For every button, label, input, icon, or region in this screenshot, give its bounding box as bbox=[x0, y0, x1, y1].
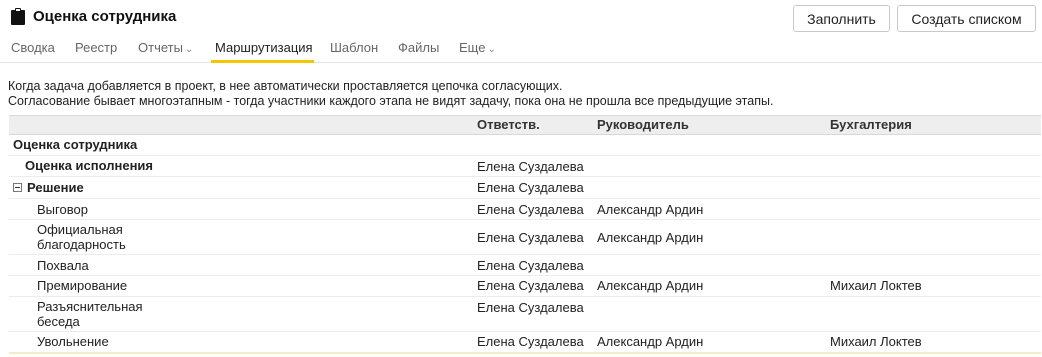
row-manager: Александр Ардин bbox=[597, 334, 704, 349]
tab-label: Реестр bbox=[75, 40, 118, 55]
column-accounting: Бухгалтерия bbox=[830, 117, 912, 132]
row-manager: Александр Ардин bbox=[597, 278, 704, 293]
active-tab-indicator bbox=[211, 60, 314, 63]
tab-label: Отчеты bbox=[138, 40, 183, 55]
table-row[interactable]: Премирование Елена Суздалева Александр А… bbox=[9, 276, 1041, 297]
tab-routing[interactable]: Маршрутизация bbox=[215, 40, 313, 55]
row-name-line-1: Официальная bbox=[37, 222, 123, 237]
tab-files[interactable]: Файлы bbox=[398, 40, 439, 55]
create-list-button[interactable]: Создать списком bbox=[897, 5, 1036, 32]
table-row[interactable]: Решение Елена Суздалева bbox=[9, 177, 1041, 199]
table-row[interactable]: Оценка сотрудника bbox=[9, 135, 1041, 156]
chevron-down-icon: ⌄ bbox=[184, 44, 194, 55]
row-responsible: Елена Суздалева bbox=[477, 202, 584, 217]
tab-label: Еще bbox=[459, 40, 486, 55]
collapse-minus-icon[interactable] bbox=[13, 183, 22, 193]
column-manager: Руководитель bbox=[597, 117, 689, 132]
row-responsible: Елена Суздалева bbox=[477, 334, 584, 349]
row-accounting: Михаил Локтев bbox=[830, 334, 922, 349]
row-name-line-2: беседа bbox=[37, 314, 80, 329]
tab-more[interactable]: Еще ⌄ bbox=[459, 40, 496, 55]
tab-template[interactable]: Шаблон bbox=[330, 40, 378, 55]
row-name: Похвала bbox=[37, 258, 89, 273]
row-name: Решение bbox=[27, 180, 84, 195]
row-manager: Александр Ардин bbox=[597, 202, 704, 217]
row-name: Выговор bbox=[37, 202, 88, 217]
tab-label: Маршрутизация bbox=[215, 40, 313, 55]
row-responsible: Елена Суздалева bbox=[477, 159, 584, 174]
table-bottom-border bbox=[9, 352, 1041, 354]
row-responsible: Елена Суздалева bbox=[477, 278, 584, 293]
column-responsible: Ответств. bbox=[477, 117, 540, 132]
page-header: Оценка сотрудника Заполнить Создать спис… bbox=[0, 0, 1042, 36]
table-row[interactable]: Похвала Елена Суздалева bbox=[9, 255, 1041, 276]
table-row[interactable]: Официальная благодарность Елена Суздалева… bbox=[9, 220, 1041, 255]
row-name-line-2: благодарность bbox=[37, 237, 126, 252]
row-name: Разъяснительная беседа bbox=[37, 299, 143, 329]
row-name-line-1: Разъяснительная bbox=[37, 299, 143, 314]
row-responsible: Елена Суздалева bbox=[477, 300, 584, 315]
tab-reports[interactable]: Отчеты ⌄ bbox=[138, 40, 193, 55]
row-responsible: Елена Суздалева bbox=[477, 180, 584, 195]
row-name: Официальная благодарность bbox=[37, 222, 126, 252]
description-line-2: Согласование бывает многоэтапным - тогда… bbox=[8, 94, 774, 108]
tab-label: Шаблон bbox=[330, 40, 379, 55]
fill-button[interactable]: Заполнить bbox=[793, 5, 890, 32]
routing-table: Ответств. Руководитель Бухгалтерия Оценк… bbox=[9, 115, 1041, 354]
row-name: Увольнение bbox=[37, 334, 109, 349]
description-line-1: Когда задача добавляется в проект, в нее… bbox=[8, 79, 563, 93]
page-title: Оценка сотрудника bbox=[33, 8, 177, 25]
row-responsible: Елена Суздалева bbox=[477, 258, 584, 273]
row-manager: Александр Ардин bbox=[597, 230, 704, 245]
title-wrap: Оценка сотрудника bbox=[11, 8, 176, 25]
row-accounting: Михаил Локтев bbox=[830, 278, 922, 293]
table-header: Ответств. Руководитель Бухгалтерия bbox=[9, 115, 1041, 135]
tab-label: Сводка bbox=[11, 40, 55, 55]
tab-label: Файлы bbox=[398, 40, 440, 55]
row-name: Оценка исполнения bbox=[25, 158, 153, 173]
table-row[interactable]: Выговор Елена Суздалева Александр Ардин bbox=[9, 199, 1041, 220]
chevron-down-icon: ⌄ bbox=[487, 44, 496, 55]
row-name-wrap: Решение bbox=[13, 180, 84, 195]
clipboard-icon bbox=[11, 8, 25, 25]
row-name: Оценка сотрудника bbox=[13, 137, 138, 152]
table-row[interactable]: Увольнение Елена Суздалева Александр Ард… bbox=[9, 332, 1041, 352]
tab-registry[interactable]: Реестр bbox=[75, 40, 117, 55]
row-responsible: Елена Суздалева bbox=[477, 230, 584, 245]
routing-description: Когда задача добавляется в проект, в нее… bbox=[8, 79, 773, 109]
row-name: Премирование bbox=[37, 278, 128, 293]
tab-summary[interactable]: Сводка bbox=[11, 40, 55, 55]
table-row[interactable]: Оценка исполнения Елена Суздалева bbox=[9, 156, 1041, 177]
table-row[interactable]: Разъяснительная беседа Елена Суздалева bbox=[9, 297, 1041, 332]
tab-bar: Сводка Реестр Отчеты ⌄ Маршрутизация Шабл… bbox=[0, 37, 1042, 63]
